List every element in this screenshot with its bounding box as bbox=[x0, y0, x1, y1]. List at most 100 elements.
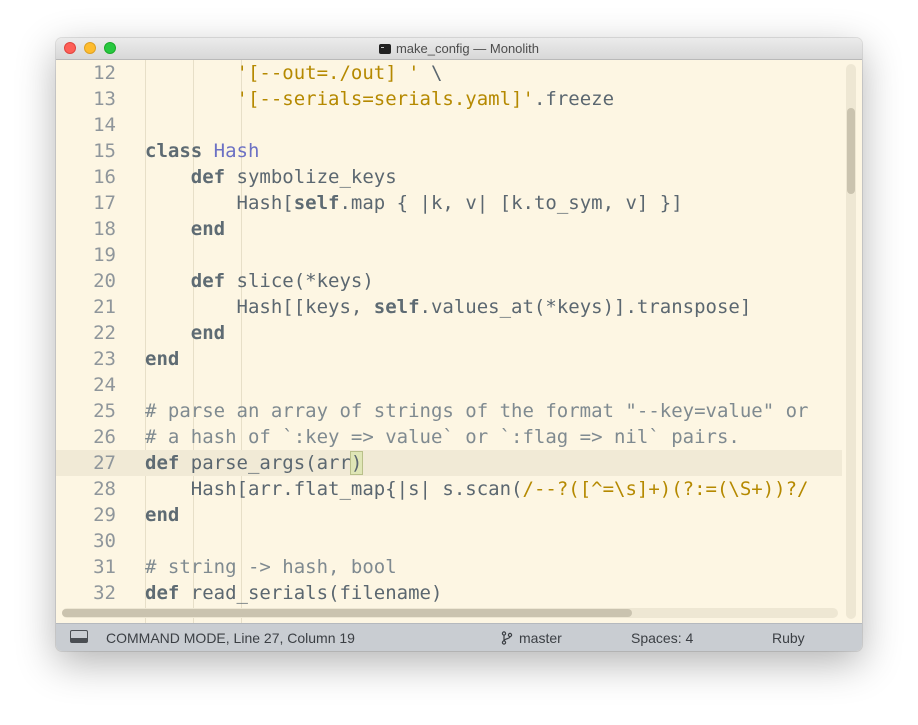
indentation-status[interactable]: Spaces: 4 bbox=[631, 630, 693, 646]
code-line[interactable]: 25 # parse an array of strings of the for… bbox=[56, 398, 846, 424]
line-code: # string -> hash, bool bbox=[145, 554, 397, 580]
git-branch-status[interactable]: master bbox=[519, 630, 562, 646]
code-token: \ bbox=[419, 62, 443, 84]
line-number[interactable]: 25 bbox=[56, 398, 116, 424]
code-token: Hash[arr.flat_map{|s| s.scan( bbox=[145, 478, 523, 500]
code-line[interactable]: 21 Hash[[keys, self.values_at(*keys)].tr… bbox=[56, 294, 846, 320]
line-code: '[--serials=serials.yaml]'.freeze bbox=[145, 86, 615, 112]
code-token: # parse an array of strings of the forma… bbox=[145, 400, 809, 422]
code-token: def bbox=[145, 452, 180, 474]
git-branch-icon bbox=[501, 631, 513, 645]
line-number[interactable]: 32 bbox=[56, 580, 116, 606]
code-line[interactable]: 14 bbox=[56, 112, 846, 138]
syntax-status[interactable]: Ruby bbox=[772, 630, 805, 646]
line-code: Hash[self.map { |k, v| [k.to_sym, v] }] bbox=[145, 190, 683, 216]
line-code: # parse an array of strings of the forma… bbox=[145, 398, 808, 424]
code-token: .map { |k, v| [k.to_sym, v] }] bbox=[339, 192, 683, 214]
code-line[interactable]: 19 bbox=[56, 242, 846, 268]
code-line[interactable]: 26 # a hash of `:key => value` or `:flag … bbox=[56, 424, 846, 450]
code-token: def bbox=[190, 166, 226, 188]
line-number[interactable]: 19 bbox=[56, 242, 116, 268]
matching-bracket: ) bbox=[349, 451, 364, 475]
line-code: class Hash bbox=[145, 138, 259, 164]
vertical-scrollbar[interactable] bbox=[846, 64, 856, 619]
window-title: make_config — Monolith bbox=[56, 41, 862, 56]
code-line[interactable]: 24 bbox=[56, 372, 846, 398]
line-number[interactable]: 31 bbox=[56, 554, 116, 580]
code-token: # a hash of `:key => value` or `:flag =>… bbox=[145, 426, 740, 448]
code-line[interactable]: 17 Hash[self.map { |k, v| [k.to_sym, v] … bbox=[56, 190, 846, 216]
code-line[interactable]: 29 end bbox=[56, 502, 846, 528]
mode-status: COMMAND MODE, Line 27, Column 19 bbox=[106, 630, 355, 646]
code-line[interactable]: 20 def slice(*keys) bbox=[56, 268, 846, 294]
line-code: Hash[[keys, self.values_at(*keys)].trans… bbox=[145, 294, 752, 320]
line-number[interactable]: 30 bbox=[56, 528, 116, 554]
horizontal-scrollbar[interactable] bbox=[62, 608, 838, 618]
code-token: self bbox=[293, 192, 340, 214]
line-number[interactable]: 21 bbox=[56, 294, 116, 320]
code-token: Hash[[keys, bbox=[145, 296, 374, 318]
line-number[interactable]: 24 bbox=[56, 372, 116, 398]
line-number[interactable]: 26 bbox=[56, 424, 116, 450]
title-bar: make_config — Monolith bbox=[56, 38, 862, 60]
line-number[interactable]: 12 bbox=[56, 60, 116, 86]
code-token: class bbox=[145, 140, 203, 162]
code-token: end bbox=[145, 348, 180, 370]
code-token: end bbox=[145, 504, 180, 526]
code-token: def bbox=[145, 582, 180, 604]
line-code: '[--out=./out] ' \ bbox=[145, 60, 443, 86]
line-number[interactable]: 13 bbox=[56, 86, 116, 112]
line-number[interactable]: 14 bbox=[56, 112, 116, 138]
horizontal-scroll-thumb[interactable] bbox=[62, 609, 632, 617]
code-token: symbolize_keys bbox=[225, 166, 397, 188]
code-editor[interactable]: 12 '[--out=./out] ' \ 13 '[--serials=seri… bbox=[56, 60, 862, 623]
code-line[interactable]: 27 def parse_args(arr) bbox=[56, 450, 842, 476]
code-token: slice(*keys) bbox=[225, 270, 374, 292]
code-token: /--?([^=\s]+)(?:=(\S+))?/ bbox=[522, 478, 809, 500]
line-number[interactable]: 22 bbox=[56, 320, 116, 346]
code-line[interactable]: 22 end bbox=[56, 320, 846, 346]
line-code: def read_serials(filename) bbox=[145, 580, 442, 606]
line-number[interactable]: 29 bbox=[56, 502, 116, 528]
line-number[interactable]: 17 bbox=[56, 190, 116, 216]
code-line[interactable]: 18 end bbox=[56, 216, 846, 242]
vertical-scroll-thumb[interactable] bbox=[847, 108, 855, 194]
line-code: def slice(*keys) bbox=[145, 268, 374, 294]
line-number[interactable]: 16 bbox=[56, 164, 116, 190]
code-token: .values_at(*keys)].transpose] bbox=[419, 296, 752, 318]
code-token: read_serials(filename) bbox=[179, 582, 443, 604]
code-token: Hash bbox=[213, 140, 260, 162]
code-line[interactable]: 15 class Hash bbox=[56, 138, 846, 164]
code-line[interactable]: 12 '[--out=./out] ' \ bbox=[56, 60, 846, 86]
status-bar: COMMAND MODE, Line 27, Column 19 master … bbox=[56, 623, 862, 651]
code-token: def bbox=[190, 270, 226, 292]
code-line[interactable]: 31 # string -> hash, bool bbox=[56, 554, 846, 580]
line-number[interactable]: 18 bbox=[56, 216, 116, 242]
panel-toggle-icon[interactable] bbox=[70, 630, 88, 643]
line-number[interactable]: 15 bbox=[56, 138, 116, 164]
code-line[interactable]: 32 def read_serials(filename) bbox=[56, 580, 846, 606]
code-line[interactable]: 30 bbox=[56, 528, 846, 554]
code-token: '[--out=./out] ' bbox=[236, 62, 420, 84]
line-number[interactable]: 20 bbox=[56, 268, 116, 294]
window-title-text: make_config — Monolith bbox=[395, 41, 540, 56]
line-code: end bbox=[145, 346, 179, 372]
line-code: end bbox=[145, 216, 225, 242]
code-token: # string -> hash, bool bbox=[145, 556, 397, 578]
line-code: def parse_args(arr) bbox=[145, 450, 364, 476]
code-line[interactable]: 16 def symbolize_keys bbox=[56, 164, 846, 190]
code-line[interactable]: 13 '[--serials=serials.yaml]'.freeze bbox=[56, 86, 846, 112]
code-line[interactable]: 23 end bbox=[56, 346, 846, 372]
line-code: end bbox=[145, 502, 179, 528]
code-line[interactable]: 28 Hash[arr.flat_map{|s| s.scan(/--?([^=… bbox=[56, 476, 846, 502]
line-number[interactable]: 28 bbox=[56, 476, 116, 502]
code-token: end bbox=[190, 218, 226, 240]
line-number[interactable]: 23 bbox=[56, 346, 116, 372]
terminal-file-icon bbox=[378, 44, 391, 54]
line-code: Hash[arr.flat_map{|s| s.scan(/--?([^=\s]… bbox=[145, 476, 809, 502]
line-number[interactable]: 27 bbox=[56, 450, 116, 476]
